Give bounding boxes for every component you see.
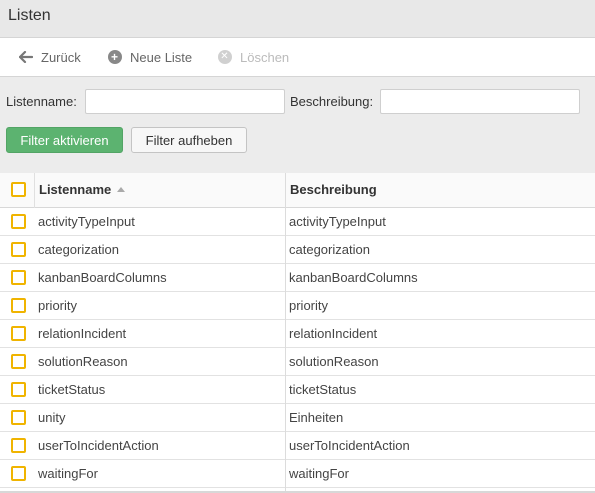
cell-listname: unity xyxy=(38,410,66,425)
toolbar: Zurück + Neue Liste ✕ Löschen xyxy=(0,37,595,77)
new-list-button-label: Neue Liste xyxy=(130,49,193,65)
table-header: Listenname Beschreibung xyxy=(0,173,595,208)
description-label: Beschreibung: xyxy=(290,94,374,109)
row-checkbox[interactable] xyxy=(11,438,26,453)
row-checkbox[interactable] xyxy=(11,466,26,481)
row-checkbox[interactable] xyxy=(11,354,26,369)
back-button-label: Zurück xyxy=(41,49,81,65)
cell-listname: solutionReason xyxy=(38,354,128,369)
back-button[interactable]: Zurück xyxy=(18,38,81,76)
filter-panel: Listenname: Beschreibung: Filter aktivie… xyxy=(0,77,595,173)
table-row[interactable]: ticketStatus ticketStatus xyxy=(0,376,595,404)
cell-description: ticketStatus xyxy=(289,382,357,397)
cell-listname: categorization xyxy=(38,242,119,257)
clear-filter-button[interactable]: Filter aufheben xyxy=(131,127,247,153)
column-header-listname[interactable]: Listenname xyxy=(39,182,126,197)
table-row[interactable]: userToIncidentAction userToIncidentAction xyxy=(0,432,595,460)
activate-filter-button[interactable]: Filter aktivieren xyxy=(6,127,123,153)
table-row[interactable]: activityTypeInput activityTypeInput xyxy=(0,208,595,236)
row-checkbox[interactable] xyxy=(11,298,26,313)
lists-table: Listenname Beschreibung activityTypeInpu… xyxy=(0,173,595,491)
cell-listname: waitingFor xyxy=(38,466,98,481)
cell-listname: relationIncident xyxy=(38,326,127,341)
delete-button-label: Löschen xyxy=(240,49,290,65)
table-row[interactable]: relationIncident relationIncident xyxy=(0,320,595,348)
cell-description: activityTypeInput xyxy=(289,214,386,229)
table-row[interactable]: kanbanBoardColumns kanbanBoardColumns xyxy=(0,264,595,292)
delete-button[interactable]: ✕ Löschen xyxy=(217,38,289,76)
cell-listname: ticketStatus xyxy=(38,382,106,397)
cell-description: categorization xyxy=(289,242,370,257)
cell-description: solutionReason xyxy=(289,354,379,369)
table-row[interactable]: priority priority xyxy=(0,292,595,320)
row-checkbox[interactable] xyxy=(11,270,26,285)
column-header-description[interactable]: Beschreibung xyxy=(290,182,377,197)
cell-listname: userToIncidentAction xyxy=(38,438,159,453)
sort-ascending-icon xyxy=(117,187,126,192)
listname-label: Listenname: xyxy=(6,94,77,109)
description-input[interactable] xyxy=(380,89,580,114)
page-title: Listen xyxy=(8,7,51,24)
cell-listname: priority xyxy=(38,298,78,313)
row-checkbox[interactable] xyxy=(11,382,26,397)
arrow-left-icon xyxy=(18,50,33,65)
select-all-checkbox[interactable] xyxy=(11,182,26,197)
new-list-button[interactable]: + Neue Liste xyxy=(107,38,192,76)
row-checkbox[interactable] xyxy=(11,326,26,341)
table-row[interactable]: categorization categorization xyxy=(0,236,595,264)
plus-circle-icon: + xyxy=(107,50,122,65)
row-checkbox[interactable] xyxy=(11,214,26,229)
table-row[interactable]: unity Einheiten xyxy=(0,404,595,432)
table-row[interactable]: solutionReason solutionReason xyxy=(0,348,595,376)
cell-listname: activityTypeInput xyxy=(38,214,135,229)
cell-description: kanbanBoardColumns xyxy=(289,270,418,285)
cell-description: priority xyxy=(289,298,329,313)
table-row[interactable]: waitingFor waitingFor xyxy=(0,460,595,488)
cell-listname: kanbanBoardColumns xyxy=(38,270,167,285)
listname-input[interactable] xyxy=(85,89,285,114)
row-checkbox[interactable] xyxy=(11,242,26,257)
column-divider xyxy=(285,173,286,491)
row-checkbox[interactable] xyxy=(11,410,26,425)
cell-description: Einheiten xyxy=(289,410,344,425)
cell-description: waitingFor xyxy=(289,466,349,481)
checkbox-column-divider xyxy=(34,173,35,208)
cell-description: relationIncident xyxy=(289,326,378,341)
x-circle-icon: ✕ xyxy=(217,50,232,65)
cell-description: userToIncidentAction xyxy=(289,438,410,453)
title-bar: Listen xyxy=(0,0,595,37)
